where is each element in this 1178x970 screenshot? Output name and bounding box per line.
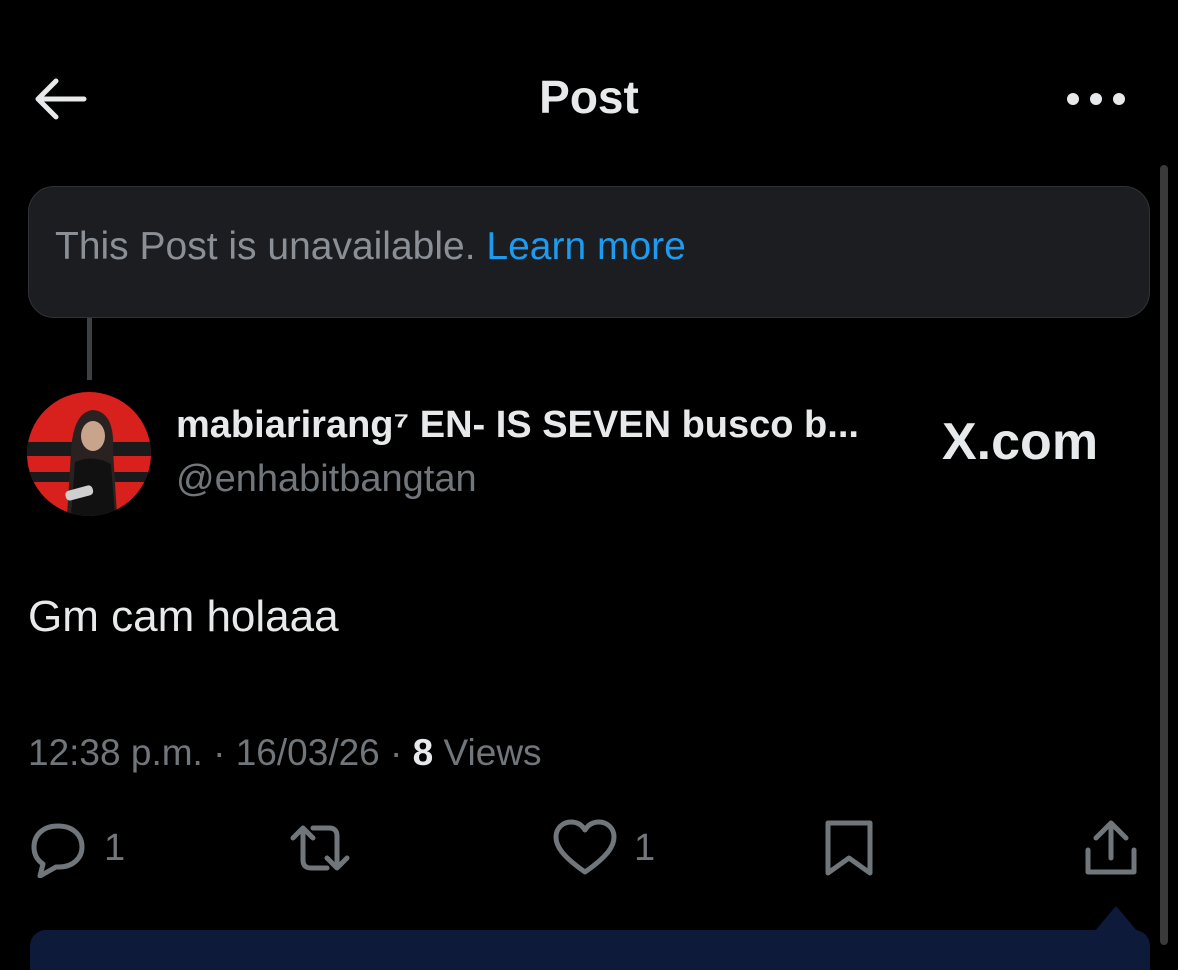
bookmark-icon: [825, 820, 873, 876]
reply-count: 1: [104, 826, 126, 869]
page-title: Post: [539, 71, 639, 123]
reply-button[interactable]: 1: [28, 818, 125, 878]
learn-more-link[interactable]: Learn more: [486, 225, 685, 268]
repost-icon: [290, 825, 350, 871]
post-date[interactable]: 16/03/26: [236, 732, 380, 773]
views-label: Views: [433, 732, 542, 773]
author-handle[interactable]: @enhabitbangtan: [176, 458, 477, 501]
more-horizontal-icon: [1067, 93, 1125, 105]
share-icon: [1085, 820, 1137, 875]
post-meta: 12:38 p.m. · 16/03/26 · 8 Views: [28, 732, 542, 773]
action-bar: 1 1: [0, 818, 1160, 888]
heart-icon: [553, 819, 617, 875]
x-com-watermark: X.com: [942, 413, 1099, 471]
more-button[interactable]: [1062, 88, 1130, 110]
share-button[interactable]: [1082, 818, 1140, 878]
author-display-name[interactable]: mabiarirang⁷ EN- IS SEVEN busco b...: [176, 404, 859, 447]
avatar[interactable]: [27, 392, 151, 516]
post-time[interactable]: 12:38 p.m.: [28, 732, 203, 773]
scrollbar[interactable]: [1160, 165, 1168, 945]
post-text: Gm cam holaaa: [28, 592, 339, 641]
thread-line: [87, 318, 92, 380]
reply-icon: [31, 823, 85, 878]
like-count: 1: [634, 826, 656, 869]
like-button[interactable]: 1: [552, 818, 655, 878]
tooltip-pointer: [1094, 906, 1138, 932]
repost-button[interactable]: [285, 818, 355, 878]
notice-text: This Post is unavailable.: [55, 225, 487, 268]
bookmark-button[interactable]: [822, 818, 876, 878]
unavailable-notice: This Post is unavailable. Learn more: [28, 186, 1150, 318]
bottom-sheet: [30, 930, 1150, 970]
views-count: 8: [412, 732, 434, 773]
